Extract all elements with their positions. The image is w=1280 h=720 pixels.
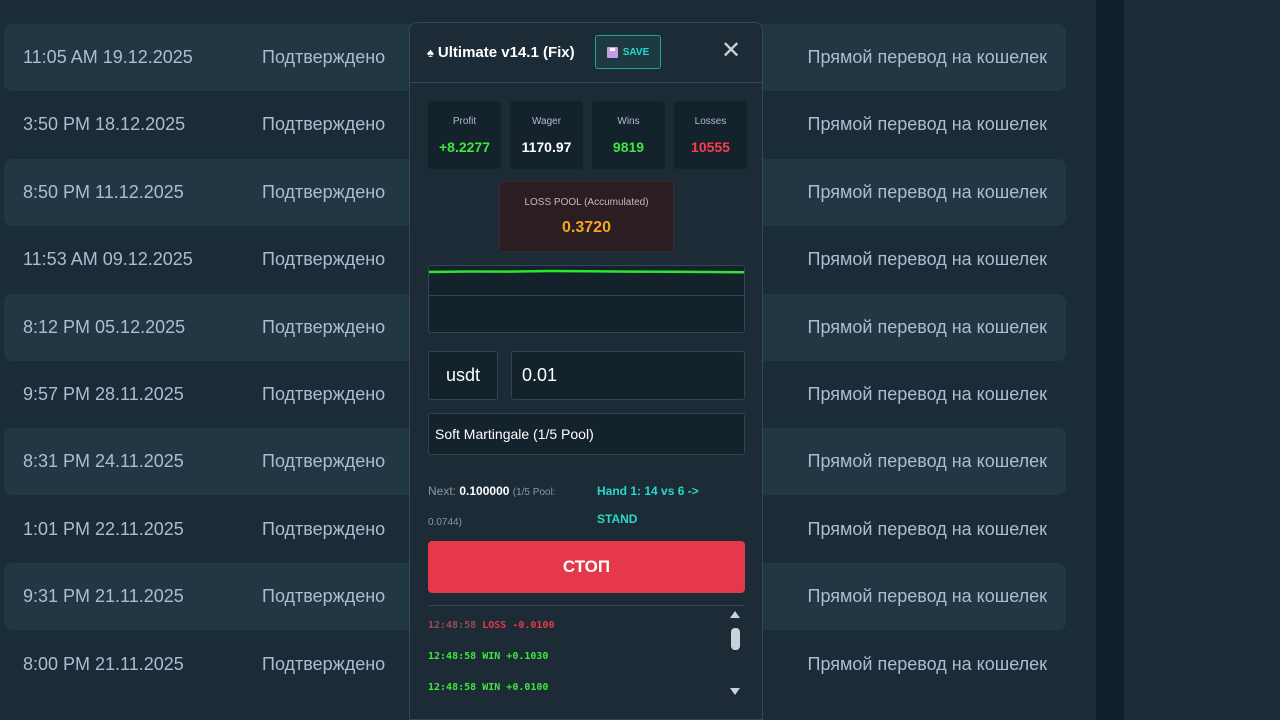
floppy-disk-icon (606, 46, 618, 58)
stat-label: Losses (694, 116, 727, 127)
right-panel (1124, 0, 1280, 720)
transaction-method: Прямой перевод на кошелек (807, 653, 1047, 674)
loss-pool-label: LOSS POOL (Accumulated) (524, 197, 649, 208)
save-button-label: SAVE (622, 46, 650, 58)
page-gutter (1096, 0, 1124, 720)
transaction-status: Подтверждено (262, 316, 386, 337)
log-entry: 12:48:58 WIN +0.1030 (428, 651, 548, 662)
loss-pool-value: 0.3720 (562, 219, 611, 236)
scrollbar-thumb[interactable] (731, 628, 740, 650)
transaction-status: Подтверждено (262, 451, 386, 472)
transaction-status: Подтверждено (262, 586, 386, 607)
panel-header: ♠ Ultimate v14.1 (Fix) SAVE ✕ (410, 23, 762, 83)
transaction-method: Прямой перевод на кошелек (807, 518, 1047, 539)
transaction-date: 8:50 PM 11.12.2025 (23, 181, 184, 202)
next-value: 0.100000 (459, 484, 510, 498)
panel-title: ♠ Ultimate v14.1 (Fix) (427, 44, 575, 61)
transaction-method: Прямой перевод на кошелек (807, 181, 1047, 202)
transaction-date: 8:31 PM 24.11.2025 (23, 451, 184, 472)
transaction-date: 9:57 PM 28.11.2025 (23, 384, 184, 404)
stat-card-wager: Wager 1170.97 (510, 101, 583, 169)
transaction-date: 1:01 PM 22.11.2025 (23, 518, 184, 539)
stat-label: Wins (617, 116, 640, 127)
transaction-status: Подтверждено (262, 181, 386, 202)
transaction-status: Подтверждено (262, 249, 386, 270)
transaction-method: Прямой перевод на кошелек (807, 249, 1047, 270)
scroll-down-icon[interactable] (730, 688, 740, 695)
save-button[interactable]: SAVE (595, 35, 661, 69)
log-result: WIN (482, 651, 501, 662)
transaction-method: Прямой перевод на кошелек (807, 316, 1047, 337)
loss-pool-card: LOSS POOL (Accumulated) 0.3720 (499, 181, 674, 252)
stat-card-profit: Profit +8.2277 (428, 101, 501, 169)
currency-select[interactable]: usdt (428, 351, 498, 400)
transaction-date: 11:05 AM 19.12.2025 (23, 47, 193, 67)
transaction-date: 8:12 PM 05.12.2025 (23, 316, 186, 337)
stat-value: 9819 (612, 139, 645, 155)
transaction-status: Подтверждено (262, 518, 386, 539)
bet-log[interactable]: 12:48:58 LOSS -0.0100 12:48:58 WIN +0.103… (428, 605, 745, 701)
transaction-status: Подтверждено (262, 114, 386, 135)
stat-label: Profit (452, 116, 477, 127)
log-time: 12:48:58 (428, 651, 477, 662)
transaction-date: 8:00 PM 21.11.2025 (23, 653, 184, 674)
transaction-method: Прямой перевод на кошелек (807, 451, 1047, 472)
log-entry: 12:48:58 LOSS -0.0100 (428, 620, 554, 631)
hand-status: Hand 1: 14 vs 6 -> STAND (597, 484, 699, 526)
close-icon[interactable]: ✕ (719, 39, 743, 64)
next-bet-info: Next: 0.100000 (1/5 Pool: 0.0744) (428, 477, 578, 537)
transaction-method: Прямой перевод на кошелек (807, 114, 1047, 135)
transaction-method: Прямой перевод на кошелек (807, 47, 1047, 67)
log-amount: +0.0100 (506, 682, 549, 693)
profit-chart-svg (429, 269, 744, 274)
stat-value: +8.2277 (439, 139, 490, 155)
log-time: 12:48:58 (428, 620, 477, 631)
stop-button[interactable]: СТОП (428, 541, 745, 593)
stat-value: 1170.97 (521, 139, 572, 155)
log-entry: 12:48:58 WIN +0.0100 (428, 682, 548, 693)
stat-value: 10555 (691, 139, 730, 155)
transaction-status: Подтверждено (262, 653, 386, 674)
spade-icon: ♠ (427, 45, 434, 60)
log-time: 12:48:58 (428, 682, 477, 693)
next-label: Next: (428, 484, 457, 498)
stat-card-wins: Wins 9819 (592, 101, 665, 169)
bot-panel: ♠ Ultimate v14.1 (Fix) SAVE ✕ Profit +8.2… (409, 22, 763, 720)
log-amount: -0.0100 (512, 620, 555, 631)
log-amount: +0.1030 (506, 651, 549, 662)
transaction-method: Прямой перевод на кошелек (807, 384, 1047, 404)
transaction-method: Прямой перевод на кошелек (807, 586, 1047, 607)
transaction-status: Подтверждено (262, 384, 386, 404)
bet-amount-input[interactable]: 0.01 (511, 351, 745, 400)
chart-divider (429, 295, 744, 296)
log-result: WIN (482, 682, 501, 693)
transaction-date: 3:50 PM 18.12.2025 (23, 114, 186, 135)
stat-label: Wager (531, 116, 562, 127)
transaction-date: 9:31 PM 21.11.2025 (23, 586, 184, 607)
log-result: LOSS (482, 620, 507, 631)
transaction-status: Подтверждено (262, 47, 386, 67)
transaction-date: 11:53 AM 09.12.2025 (23, 249, 193, 270)
profit-line (429, 269, 744, 274)
stats-row: Profit +8.2277 Wager 1170.97 Wins 9819 Losses 1… (428, 101, 747, 169)
profit-chart (428, 265, 745, 333)
strategy-select[interactable]: Soft Martingale (1/5 Pool) (428, 413, 745, 455)
panel-title-text: Ultimate v14.1 (Fix) (437, 44, 575, 61)
stat-card-losses: Losses 10555 (674, 101, 747, 169)
scroll-up-icon[interactable] (730, 611, 740, 618)
